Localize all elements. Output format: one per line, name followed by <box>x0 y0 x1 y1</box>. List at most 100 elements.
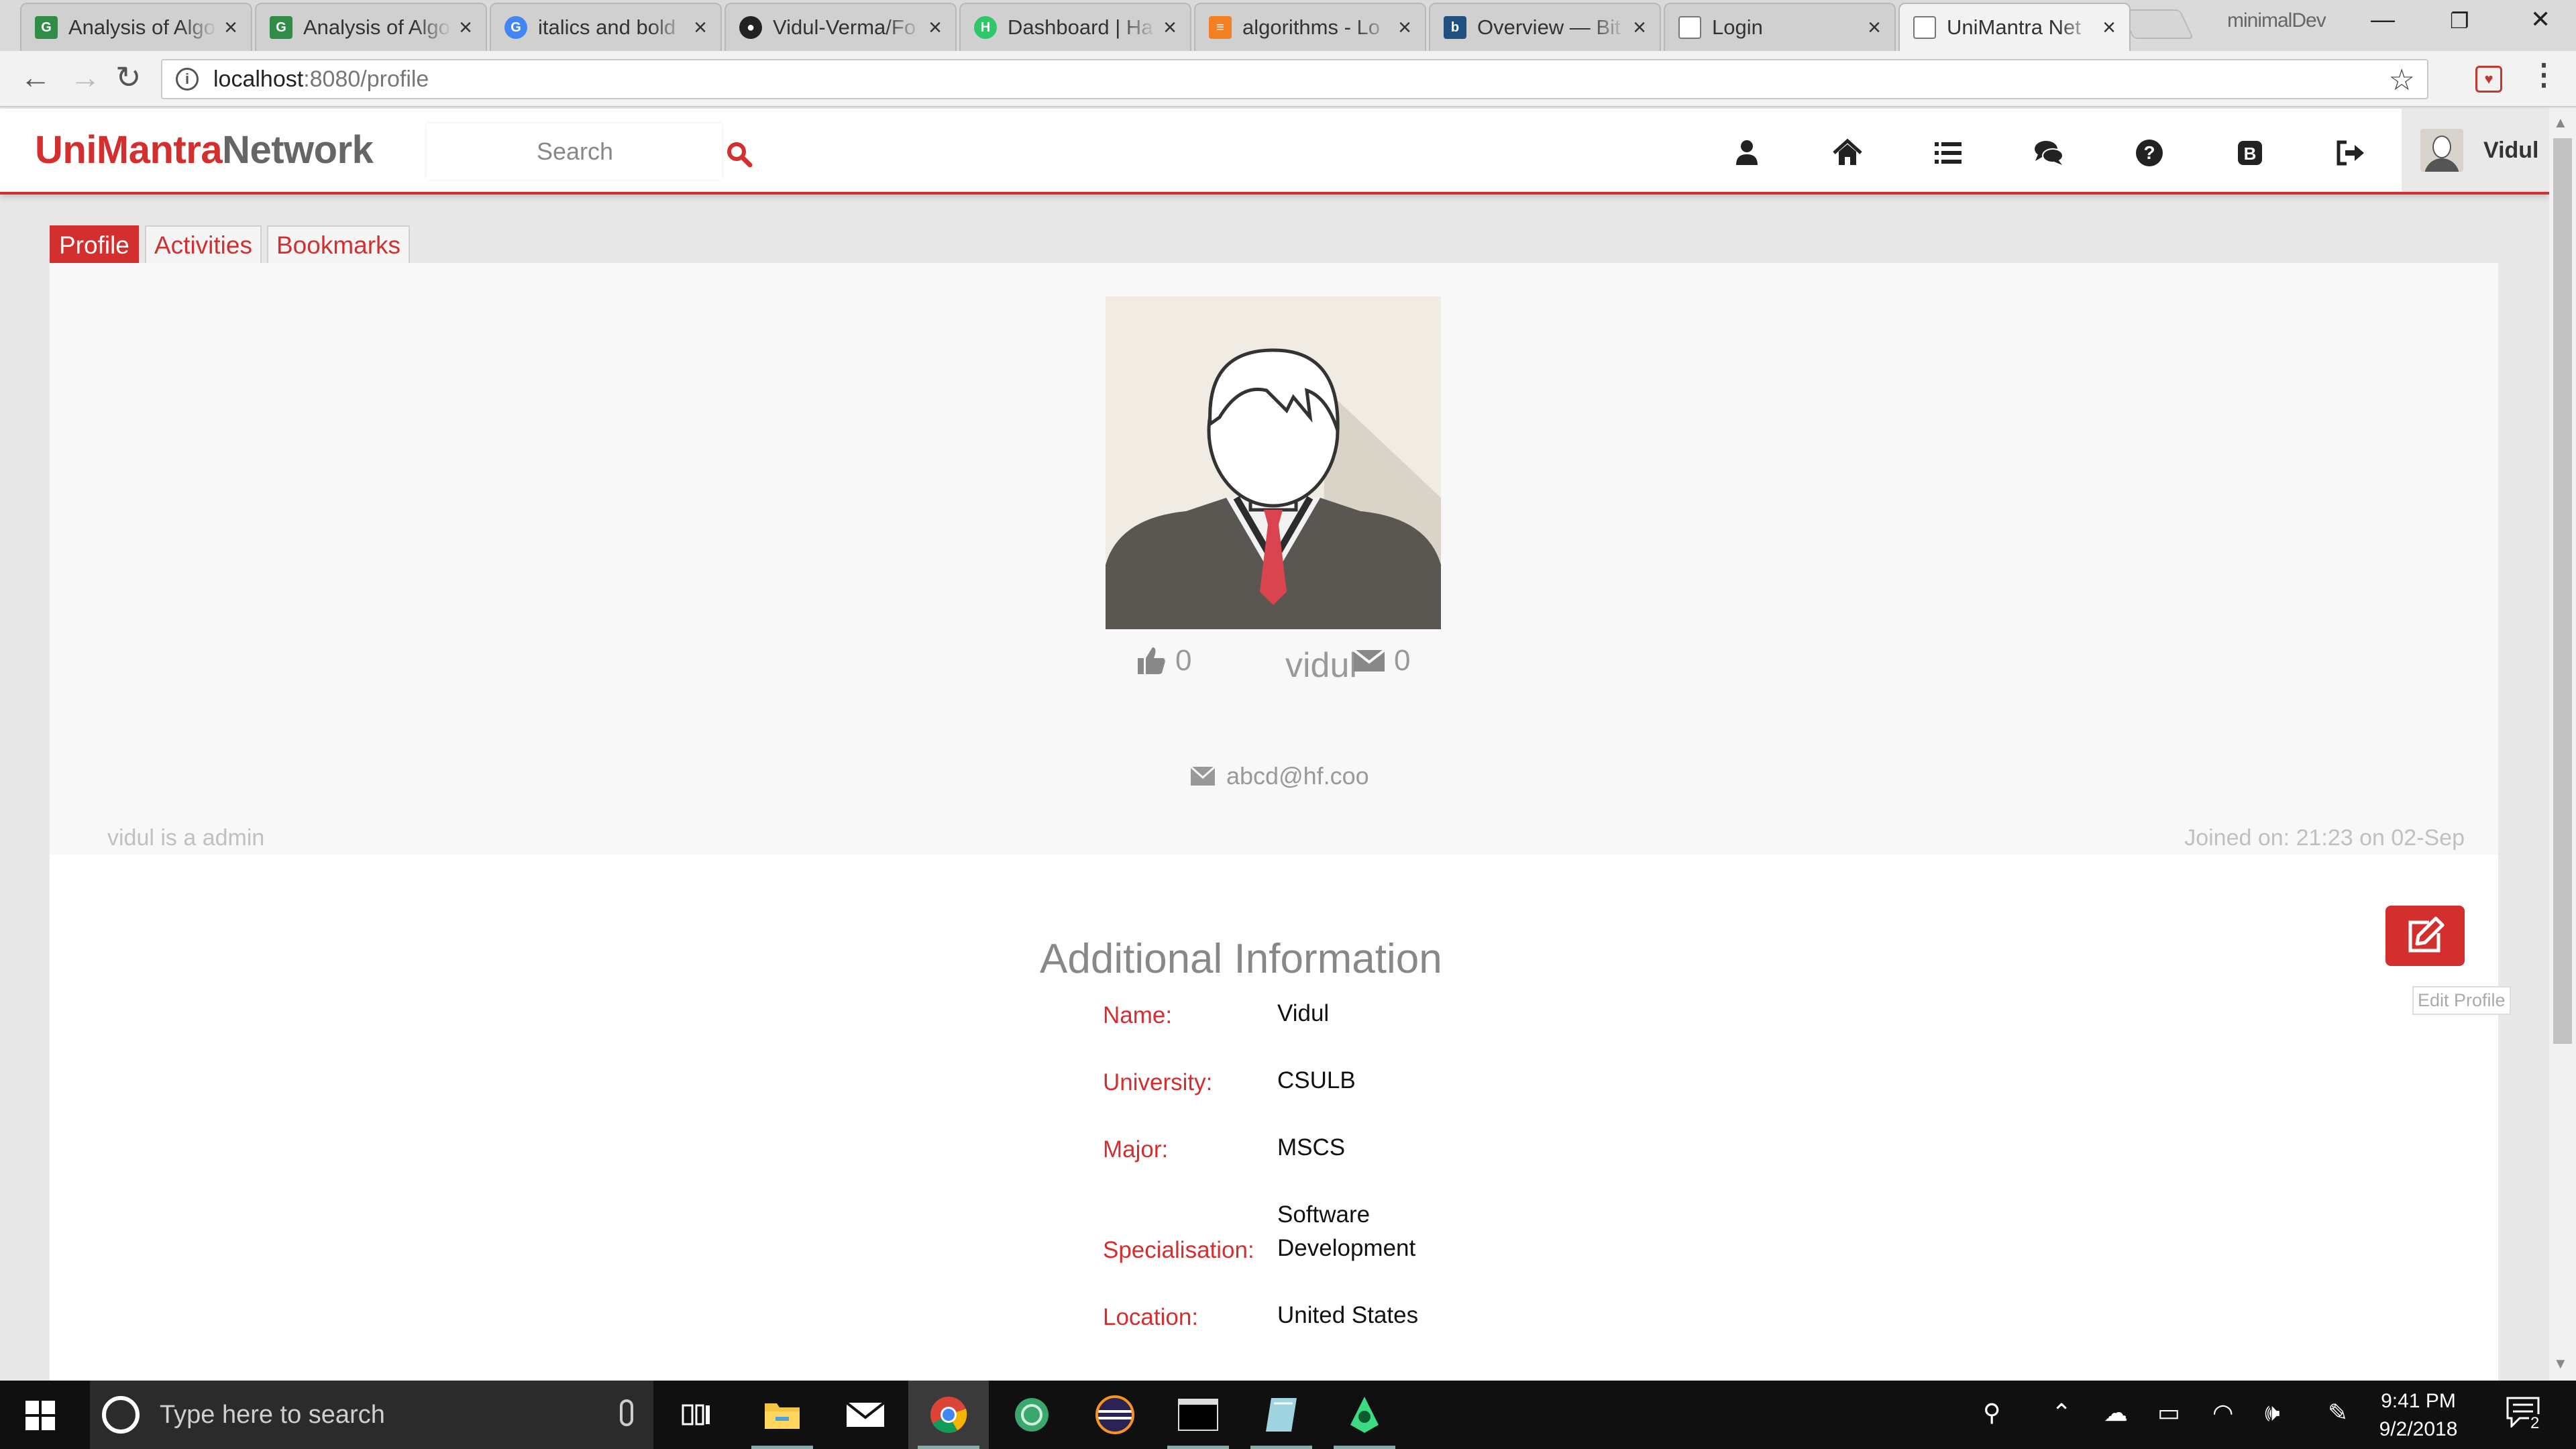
pen-icon[interactable]: ✎ <box>2328 1401 2348 1425</box>
additional-info-panel: Additional Information Name: Vidul Unive… <box>50 855 2511 1381</box>
mail-icon[interactable] <box>825 1381 906 1449</box>
notes-app-icon[interactable] <box>1241 1381 1322 1449</box>
wifi-icon[interactable]: ◠ <box>2212 1401 2233 1425</box>
browser-tab-strip: G Analysis of Algo × G Analysis of Algo … <box>0 0 2576 51</box>
tab-profile[interactable]: Profile <box>50 225 139 264</box>
taskbar-clock[interactable]: 9:41 PM 9/2/2018 <box>2361 1387 2475 1444</box>
close-icon[interactable]: × <box>224 15 237 41</box>
close-window-icon[interactable]: ✕ <box>2530 5 2551 34</box>
site-header: UniMantraNetwork Search ? B Vidul <box>0 109 2549 195</box>
battery-icon[interactable]: ▭ <box>2157 1401 2180 1425</box>
scrollbar-thumb[interactable] <box>2553 138 2572 1044</box>
browser-tab[interactable]: Login × <box>1664 3 1896 51</box>
url-host: localhost <box>213 66 304 92</box>
taskbar-search-placeholder: Type here to search <box>160 1400 385 1429</box>
pocket-extension-icon[interactable]: ♥ <box>2475 66 2502 93</box>
home-icon[interactable] <box>1831 137 1864 169</box>
action-center-icon[interactable]: 2 <box>2506 1397 2546 1434</box>
tab-title: italics and bold <box>538 15 676 39</box>
close-icon[interactable]: × <box>459 15 472 41</box>
browser-tab[interactable]: ≡ algorithms - Lo × <box>1194 3 1426 51</box>
forward-icon[interactable]: → <box>70 62 101 93</box>
blog-icon[interactable]: B <box>2234 137 2266 169</box>
browser-profile-name[interactable]: minimalDev <box>2227 9 2326 32</box>
close-icon[interactable]: × <box>2102 15 2116 41</box>
restore-icon[interactable]: ❐ <box>2450 8 2469 34</box>
profile-email: abcd@hf.coo <box>1226 762 1369 790</box>
clock-date: 9/2/2018 <box>2379 1418 2458 1440</box>
tab-activities[interactable]: Activities <box>145 225 262 264</box>
browser-tab[interactable]: G italics and bold × <box>490 3 722 51</box>
messages-count: 0 <box>1394 644 1411 677</box>
browser-tab[interactable]: H Dashboard | Ha × <box>959 3 1191 51</box>
browser-tab-active[interactable]: UniMantra Net × <box>1898 3 2131 51</box>
browser-toolbar: ← → ↻ i localhost:8080/profile ☆ ♥ ⋮ <box>0 51 2576 107</box>
tab-title: Analysis of Algo <box>303 15 450 39</box>
browser-tab[interactable]: G Analysis of Algo × <box>255 3 487 51</box>
new-tab-button[interactable] <box>2119 9 2194 39</box>
svg-text:B: B <box>2244 144 2257 164</box>
list-icon[interactable] <box>1932 137 1964 169</box>
close-icon[interactable]: × <box>1868 15 1881 41</box>
tab-title: Analysis of Algo <box>68 15 215 39</box>
microphone-icon[interactable] <box>620 1399 633 1426</box>
close-icon[interactable]: × <box>928 15 942 41</box>
windows-start-icon[interactable] <box>25 1401 55 1430</box>
search-input[interactable]: Search <box>427 123 722 180</box>
edit-profile-button[interactable] <box>2385 906 2465 966</box>
svg-text:?: ? <box>2143 142 2155 163</box>
volume-icon[interactable]: 🕪 <box>2265 1401 2280 1425</box>
onedrive-cloud-icon[interactable]: ☁ <box>2104 1401 2128 1425</box>
scroll-down-icon[interactable]: ▼ <box>2553 1355 2568 1373</box>
chrome-icon[interactable] <box>908 1381 989 1449</box>
edit-profile-tooltip: Edit Profile <box>2412 986 2511 1015</box>
tab-title: Login <box>1712 15 1763 39</box>
people-icon[interactable]: ⚲ <box>1983 1401 2000 1425</box>
chevron-up-icon[interactable]: ⌃ <box>2051 1401 2072 1425</box>
notification-badge: 2 <box>2529 1414 2541 1433</box>
logout-icon[interactable] <box>2334 137 2367 169</box>
reload-icon[interactable]: ↻ <box>115 62 142 93</box>
eclipse-icon[interactable] <box>1075 1381 1155 1449</box>
back-icon[interactable]: ← <box>20 62 51 93</box>
bitbucket-favicon-icon: b <box>1444 16 1466 39</box>
info-icon[interactable]: i <box>176 68 199 91</box>
messages-stat[interactable]: 0 <box>1352 644 1410 678</box>
browser-tab[interactable]: ● Vidul-Verma/Fo × <box>724 3 957 51</box>
envelope-icon <box>1352 649 1386 672</box>
browser-tab[interactable]: G Analysis of Algo × <box>20 3 252 51</box>
avatar <box>2420 129 2463 172</box>
tab-title: Overview — Bit <box>1477 15 1621 39</box>
bookmark-star-icon[interactable]: ☆ <box>2389 63 2415 97</box>
user-name: Vidul <box>2483 137 2539 163</box>
chrome-menu-icon[interactable]: ⋮ <box>2529 60 2559 90</box>
google-favicon-icon: G <box>504 16 527 39</box>
taskbar-search-box[interactable]: Type here to search <box>90 1381 653 1449</box>
comments-icon[interactable] <box>2033 137 2065 169</box>
minimize-icon[interactable]: — <box>2371 5 2395 34</box>
edit-icon <box>2408 916 2445 953</box>
search-icon[interactable] <box>726 141 753 168</box>
url-path: :8080/profile <box>303 66 429 92</box>
user-menu[interactable]: Vidul <box>2402 109 2549 192</box>
site-logo[interactable]: UniMantraNetwork <box>35 127 374 172</box>
task-view-icon[interactable] <box>656 1381 737 1449</box>
close-icon[interactable]: × <box>1633 15 1646 41</box>
close-icon[interactable]: × <box>1163 15 1177 41</box>
file-explorer-icon[interactable] <box>742 1381 822 1449</box>
close-icon[interactable]: × <box>694 15 707 41</box>
envelope-icon <box>1190 765 1216 786</box>
browser-tab[interactable]: b Overview — Bit × <box>1429 3 1661 51</box>
android-studio-icon[interactable] <box>1324 1381 1405 1449</box>
question-circle-icon[interactable]: ? <box>2133 137 2165 169</box>
address-bar[interactable]: i localhost:8080/profile ☆ <box>161 59 2428 99</box>
info-value: Software Development <box>1277 1201 1416 1261</box>
user-icon[interactable] <box>1731 137 1763 169</box>
terminal-icon[interactable] <box>1158 1381 1238 1449</box>
close-icon[interactable]: × <box>1398 15 1411 41</box>
scroll-up-icon[interactable]: ▲ <box>2553 114 2568 131</box>
info-label: University: <box>1103 1069 1213 1095</box>
tab-bookmarks[interactable]: Bookmarks <box>267 225 411 264</box>
info-value: MSCS <box>1277 1134 1346 1161</box>
vpn-globe-icon[interactable] <box>991 1381 1072 1449</box>
